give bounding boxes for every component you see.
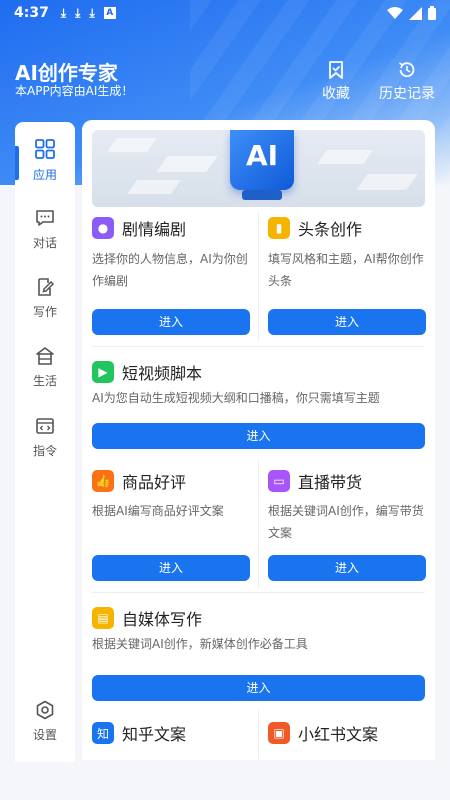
card-title: 商品好评	[122, 473, 187, 492]
card-description: 填写风格和主题，AI帮你创作头条	[268, 252, 424, 288]
zhihu-icon: 知	[92, 722, 114, 744]
app-notification-icon: A	[103, 7, 116, 19]
card-description: AI为您自动生成短视频大纲和口播稿，你只需填写主题	[92, 391, 380, 405]
card-description: 根据关键词AI创作，新媒体创作必备工具	[92, 637, 308, 651]
battery-icon	[428, 6, 436, 20]
banner-tile	[107, 138, 157, 152]
sidebar-item-label: 对话	[32, 236, 57, 250]
banner-tile	[317, 150, 373, 164]
divider	[258, 460, 259, 590]
sidebar-item-label: 应用	[32, 168, 57, 182]
download-icon: ⤓	[75, 5, 81, 20]
card-description: 根据关键词AI创作，编写带货文案	[268, 504, 424, 540]
banner-ai-stand	[242, 190, 282, 200]
favorites-button[interactable]: 收藏	[322, 60, 350, 103]
app-subtitle: 本APP内容由AI生成！	[15, 84, 134, 98]
divider	[258, 212, 259, 342]
enter-button[interactable]: 进入	[92, 555, 250, 581]
code-icon	[36, 418, 54, 434]
card-headline[interactable]: ▮ 头条创作 填写风格和主题，AI帮你创作头条	[268, 216, 426, 292]
divider	[92, 346, 425, 347]
divider	[92, 592, 425, 593]
card-description: 根据AI编写商品好评文案	[92, 504, 224, 518]
favorite-icon	[329, 61, 343, 79]
banner-tile	[156, 156, 218, 172]
sidebar-item-settings[interactable]: 设置	[15, 700, 75, 743]
signal-icon	[409, 6, 422, 20]
status-time: 4:37	[14, 5, 49, 21]
app-grid: AI ● 剧情编剧 选择你的人物信息，AI为你创作编剧 进入 ▮ 头条创作 填写…	[82, 120, 435, 760]
sidebar-item-label: 设置	[32, 728, 57, 742]
note-icon: ▣	[268, 722, 290, 744]
sidebar-item-label: 生活	[32, 374, 57, 388]
tv-icon: ▭	[268, 470, 290, 492]
enter-button[interactable]: 进入	[268, 309, 426, 335]
banner-tile	[127, 180, 181, 194]
download-icon: ⤓	[60, 5, 67, 20]
card-script-writer[interactable]: ● 剧情编剧 选择你的人物信息，AI为你创作编剧	[92, 216, 250, 292]
favorites-label: 收藏	[322, 86, 350, 102]
sidebar-item-writing[interactable]: 写作	[15, 277, 75, 320]
card-self-media-writing[interactable]: ▤ 自媒体写作 根据关键词AI创作，新媒体创作必备工具	[92, 606, 425, 655]
sidebar-item-life[interactable]: 生活	[15, 346, 75, 389]
enter-button[interactable]: 进入	[92, 423, 425, 449]
card-zhihu-copy[interactable]: 知 知乎文案	[92, 721, 250, 745]
card-live-selling[interactable]: ▭ 直播带货 根据关键词AI创作，编写带货文案	[268, 469, 426, 544]
wifi-icon	[387, 7, 403, 19]
status-bar: 4:37 ⤓ ⤓ ⤓ A	[0, 0, 450, 26]
settings-icon	[36, 700, 54, 720]
history-icon	[399, 62, 415, 78]
sidebar-item-commands[interactable]: 指令	[15, 416, 75, 459]
chat-icon	[36, 210, 54, 226]
card-title: 短视频脚本	[122, 364, 203, 383]
sidebar-item-label: 写作	[32, 305, 57, 319]
active-indicator	[15, 146, 19, 180]
chart-icon: ▮	[268, 217, 290, 239]
history-button[interactable]: 历史记录	[379, 60, 435, 103]
banner-image[interactable]: AI	[92, 130, 425, 207]
card-title: 头条创作	[298, 220, 363, 239]
banner-ai-logo: AI	[230, 130, 294, 190]
sidebar-item-label: 指令	[32, 444, 57, 458]
banner-tile	[356, 174, 418, 190]
sidebar: 应用 对话 写作 生活 指令 设置	[15, 122, 75, 762]
download-icon: ⤓	[89, 5, 95, 20]
book-icon: ▤	[92, 607, 114, 629]
enter-button[interactable]: 进入	[92, 309, 250, 335]
card-title: 自媒体写作	[122, 610, 203, 629]
card-title: 小红书文案	[298, 725, 379, 744]
enter-button[interactable]: 进入	[92, 675, 425, 701]
enter-button[interactable]: 进入	[268, 555, 426, 581]
house-icon	[36, 347, 54, 365]
card-short-video-script[interactable]: ▶ 短视频脚本 AI为您自动生成短视频大纲和口播稿，你只需填写主题	[92, 360, 425, 409]
card-title: 知乎文案	[122, 725, 187, 744]
thumbs-up-icon: 👍	[92, 470, 114, 492]
card-title: 直播带货	[298, 473, 363, 492]
card-description: 选择你的人物信息，AI为你创作编剧	[92, 252, 248, 288]
history-label: 历史记录	[379, 86, 435, 102]
divider	[258, 710, 259, 760]
card-title: 剧情编剧	[122, 220, 187, 239]
write-icon	[38, 278, 55, 296]
film-reel-icon: ●	[92, 217, 114, 239]
card-product-review[interactable]: 👍 商品好评 根据AI编写商品好评文案	[92, 469, 250, 522]
sidebar-item-apps[interactable]: 应用	[15, 138, 75, 183]
video-camera-icon: ▶	[92, 361, 114, 383]
grid-icon	[35, 139, 55, 159]
sidebar-item-chat[interactable]: 对话	[15, 208, 75, 251]
card-xiaohongshu-copy[interactable]: ▣ 小红书文案	[268, 721, 426, 745]
